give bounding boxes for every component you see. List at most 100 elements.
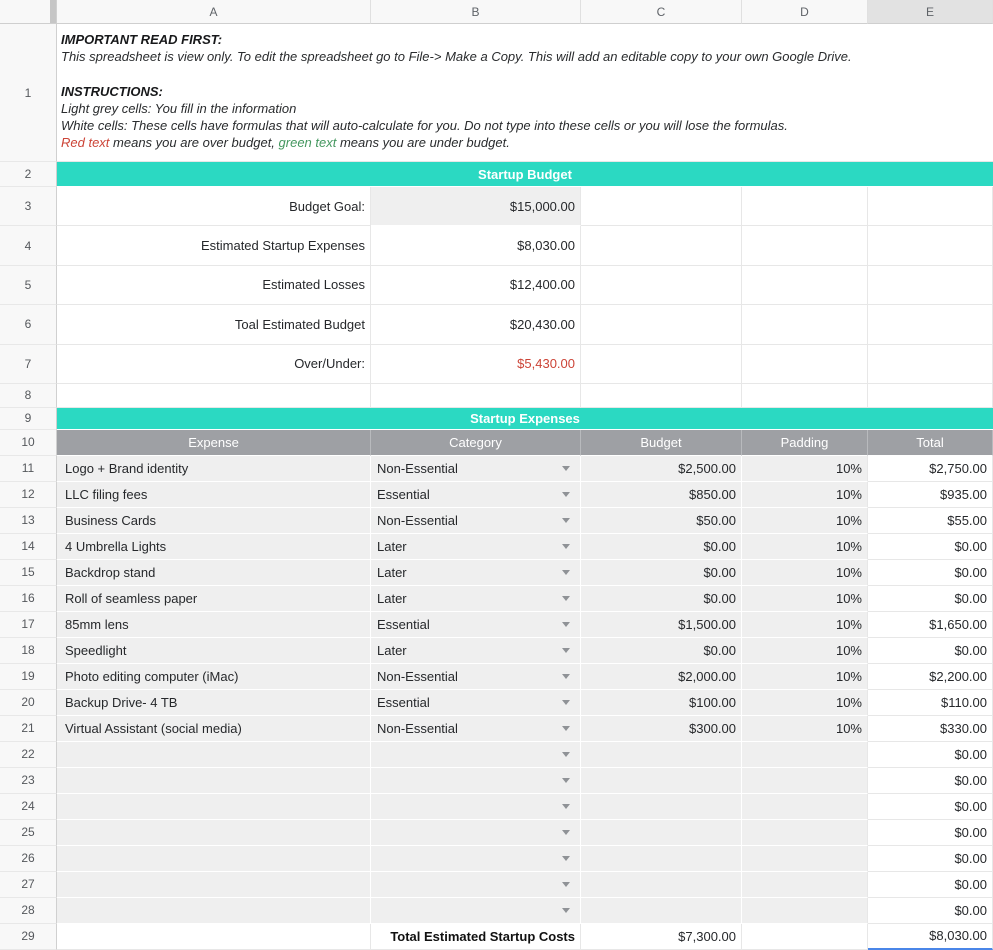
row-number-24[interactable]: 24 (0, 794, 57, 820)
padding-cell[interactable]: 10% (742, 560, 868, 586)
category-dropdown[interactable]: Later (371, 534, 581, 560)
padding-cell[interactable]: 10% (742, 586, 868, 612)
budget-cell[interactable]: $1,500.00 (581, 612, 742, 638)
category-dropdown[interactable] (371, 742, 581, 768)
category-dropdown[interactable]: Non-Essential (371, 508, 581, 534)
budget-cell[interactable] (581, 846, 742, 872)
expense-cell[interactable]: LLC filing fees (57, 482, 371, 508)
expense-cell[interactable]: Photo editing computer (iMac) (57, 664, 371, 690)
empty-cell[interactable] (581, 266, 742, 305)
budget-label[interactable]: Budget Goal: (57, 187, 371, 226)
row-number-22[interactable]: 22 (0, 742, 57, 768)
row-number-6[interactable]: 6 (0, 305, 57, 344)
budget-label[interactable]: Toal Estimated Budget (57, 305, 371, 344)
budget-cell[interactable]: $2,500.00 (581, 456, 742, 482)
dropdown-arrow-icon[interactable] (562, 492, 570, 497)
dropdown-arrow-icon[interactable] (562, 778, 570, 783)
category-dropdown[interactable] (371, 872, 581, 898)
total-cell[interactable]: $110.00 (868, 690, 993, 716)
total-cell[interactable]: $0.00 (868, 638, 993, 664)
expense-cell[interactable] (57, 820, 371, 846)
expense-cell[interactable]: Speedlight (57, 638, 371, 664)
budget-cell[interactable]: $850.00 (581, 482, 742, 508)
total-cell[interactable]: $0.00 (868, 794, 993, 820)
category-dropdown[interactable] (371, 820, 581, 846)
total-cell[interactable]: $0.00 (868, 872, 993, 898)
column-header-e[interactable]: E (868, 0, 993, 24)
column-header-a[interactable]: A (57, 0, 371, 24)
row-number-13[interactable]: 13 (0, 508, 57, 534)
row-number-25[interactable]: 25 (0, 820, 57, 846)
empty-cell[interactable] (742, 345, 868, 384)
dropdown-arrow-icon[interactable] (562, 648, 570, 653)
empty-cell[interactable] (371, 384, 581, 408)
dropdown-arrow-icon[interactable] (562, 544, 570, 549)
budget-cell[interactable]: $2,000.00 (581, 664, 742, 690)
empty-cell[interactable] (581, 226, 742, 265)
budget-label[interactable]: Estimated Startup Expenses (57, 226, 371, 265)
expense-cell[interactable]: Logo + Brand identity (57, 456, 371, 482)
category-dropdown[interactable] (371, 846, 581, 872)
column-header-d[interactable]: D (742, 0, 868, 24)
dropdown-arrow-icon[interactable] (562, 674, 570, 679)
dropdown-arrow-icon[interactable] (562, 622, 570, 627)
empty-cell[interactable] (868, 226, 993, 265)
total-cell[interactable]: $2,200.00 (868, 664, 993, 690)
empty-cell[interactable] (742, 924, 868, 950)
dropdown-arrow-icon[interactable] (562, 752, 570, 757)
padding-cell[interactable]: 10% (742, 664, 868, 690)
dropdown-arrow-icon[interactable] (562, 882, 570, 887)
expense-cell[interactable]: Backup Drive- 4 TB (57, 690, 371, 716)
total-cell[interactable]: $2,750.00 (868, 456, 993, 482)
row-number-28[interactable]: 28 (0, 898, 57, 924)
total-cell[interactable]: $0.00 (868, 586, 993, 612)
empty-cell[interactable] (742, 226, 868, 265)
budget-cell[interactable]: $0.00 (581, 560, 742, 586)
budget-cell[interactable] (581, 768, 742, 794)
total-budget-value[interactable]: $7,300.00 (581, 924, 742, 950)
row-number-19[interactable]: 19 (0, 664, 57, 690)
column-header-c[interactable]: C (581, 0, 742, 24)
padding-cell[interactable] (742, 820, 868, 846)
grand-total-value[interactable]: $8,030.00 (868, 924, 993, 950)
total-cell[interactable]: $0.00 (868, 768, 993, 794)
dropdown-arrow-icon[interactable] (562, 570, 570, 575)
row-number-15[interactable]: 15 (0, 560, 57, 586)
category-dropdown[interactable]: Essential (371, 612, 581, 638)
padding-cell[interactable] (742, 846, 868, 872)
padding-cell[interactable]: 10% (742, 508, 868, 534)
row-number-27[interactable]: 27 (0, 872, 57, 898)
empty-cell[interactable] (57, 384, 371, 408)
budget-cell[interactable]: $50.00 (581, 508, 742, 534)
budget-cell[interactable] (581, 898, 742, 924)
dropdown-arrow-icon[interactable] (562, 466, 570, 471)
category-dropdown[interactable]: Essential (371, 690, 581, 716)
total-cell[interactable]: $55.00 (868, 508, 993, 534)
row-number-21[interactable]: 21 (0, 716, 57, 742)
category-dropdown[interactable]: Non-Essential (371, 716, 581, 742)
total-costs-label[interactable]: Total Estimated Startup Costs (371, 924, 581, 950)
padding-cell[interactable] (742, 872, 868, 898)
row-number-5[interactable]: 5 (0, 266, 57, 305)
startup-expenses-title[interactable]: Startup Expenses (57, 408, 993, 430)
dropdown-arrow-icon[interactable] (562, 518, 570, 523)
dropdown-arrow-icon[interactable] (562, 804, 570, 809)
budget-cell[interactable]: $0.00 (581, 534, 742, 560)
expense-cell[interactable] (57, 794, 371, 820)
row-number-20[interactable]: 20 (0, 690, 57, 716)
row-number-10[interactable]: 10 (0, 430, 57, 456)
empty-cell[interactable] (742, 266, 868, 305)
budget-label[interactable]: Over/Under: (57, 345, 371, 384)
expense-cell[interactable]: 4 Umbrella Lights (57, 534, 371, 560)
total-cell[interactable]: $0.00 (868, 534, 993, 560)
category-dropdown[interactable] (371, 768, 581, 794)
row-number-8[interactable]: 8 (0, 384, 57, 408)
total-cell[interactable]: $0.00 (868, 846, 993, 872)
row-number-7[interactable]: 7 (0, 345, 57, 384)
empty-cell[interactable] (57, 924, 371, 950)
category-dropdown[interactable] (371, 794, 581, 820)
expense-cell[interactable] (57, 846, 371, 872)
row-number-16[interactable]: 16 (0, 586, 57, 612)
budget-cell[interactable]: $300.00 (581, 716, 742, 742)
budget-cell[interactable]: $0.00 (581, 586, 742, 612)
